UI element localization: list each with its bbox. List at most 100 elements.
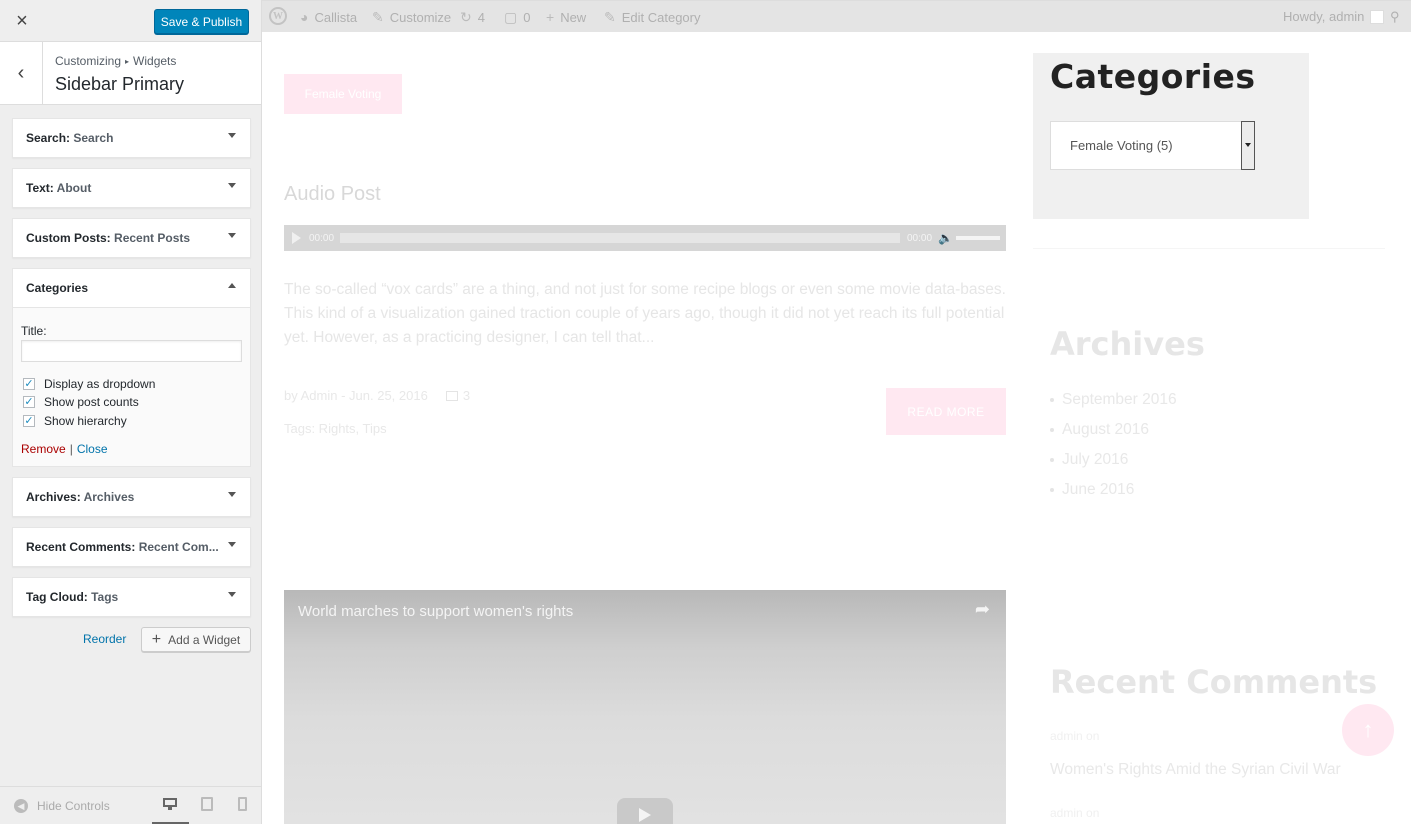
post-byline: by Admin - Jun. 25, 2016	[284, 388, 428, 403]
widget-title: Categories	[26, 281, 89, 295]
volume-slider[interactable]	[956, 236, 1000, 240]
option-show-hierarchy[interactable]: ✓ Show hierarchy	[23, 413, 127, 429]
widget-name: Recent Posts	[114, 231, 191, 245]
recent-comments-heading: Recent Comments	[1050, 663, 1378, 701]
post-meta: by Admin - Jun. 25, 2016 3	[284, 388, 470, 403]
widget-archives[interactable]: Archives: Archives	[12, 477, 251, 517]
archive-item[interactable]: June 2016	[1050, 481, 1134, 499]
close-link[interactable]: Close	[77, 442, 108, 456]
tablet-preview-icon[interactable]	[201, 797, 215, 811]
widget-title: Tag Cloud: Tags	[26, 590, 118, 604]
adminbar-account[interactable]: Howdy, admin	[1283, 9, 1385, 24]
categories-dropdown[interactable]: Female Voting (5)	[1050, 121, 1255, 170]
checkbox-checked-icon[interactable]: ✓	[23, 415, 35, 427]
breadcrumb-separator-icon: ▸	[125, 57, 130, 66]
widget-title: Archives: Archives	[26, 490, 134, 504]
comment-count[interactable]: 3	[463, 388, 470, 403]
preview-categories-widget: Categories Female Voting (5)	[1033, 53, 1309, 219]
reorder-link[interactable]: Reorder	[83, 632, 126, 646]
title-label: Title:	[21, 324, 47, 338]
widget-title: Recent Comments: Recent Com...	[26, 540, 219, 554]
category-pill[interactable]: Female Voting	[284, 74, 402, 114]
expand-arrow-icon[interactable]	[228, 183, 236, 188]
customize-label: Customize	[389, 10, 452, 25]
widget-type: Text:	[26, 181, 54, 195]
read-more-button[interactable]: READ MORE	[886, 388, 1006, 435]
checkbox-checked-icon[interactable]: ✓	[23, 396, 35, 408]
dropdown-arrow-icon[interactable]	[1241, 121, 1255, 170]
comments-count: 0	[523, 10, 531, 25]
archive-item[interactable]: August 2016	[1050, 421, 1149, 439]
add-widget-label: Add a Widget	[168, 632, 241, 647]
links-separator: |	[69, 442, 73, 456]
archive-label: August 2016	[1062, 421, 1150, 438]
option-show-post-counts[interactable]: ✓ Show post counts	[23, 394, 139, 410]
expand-arrow-icon[interactable]	[228, 542, 236, 547]
option-label: Display as dropdown	[44, 377, 156, 391]
desktop-preview-icon[interactable]	[163, 797, 177, 811]
section-title-bar: ‹ Customizing ▸ Widgets Sidebar Primary	[0, 42, 261, 105]
expand-arrow-icon[interactable]	[228, 592, 236, 597]
adminbar-updates[interactable]: ↻ 4	[460, 9, 485, 26]
widget-type: Recent Comments:	[26, 540, 136, 554]
search-icon[interactable]: ⚲	[1390, 9, 1400, 25]
video-title[interactable]: World marches to support women's rights	[298, 603, 573, 620]
expand-arrow-icon[interactable]	[228, 492, 236, 497]
title-input[interactable]	[21, 340, 242, 362]
hide-controls-button[interactable]: ◀ Hide Controls	[14, 799, 110, 813]
widget-type: Tag Cloud:	[26, 590, 88, 604]
widget-type: Archives:	[26, 490, 81, 504]
adminbar-new[interactable]: + New	[546, 9, 586, 25]
breadcrumb-root: Customizing	[55, 54, 122, 68]
mobile-preview-icon[interactable]	[238, 797, 252, 811]
widget-categories-header[interactable]: Categories	[13, 269, 250, 308]
archive-label: July 2016	[1062, 451, 1129, 468]
widget-type: Search:	[26, 131, 71, 145]
archive-item[interactable]: September 2016	[1050, 391, 1177, 409]
adminbar-edit-category[interactable]: ✎ Edit Category	[604, 9, 701, 26]
wordpress-logo-icon[interactable]: W	[269, 7, 287, 25]
remove-link[interactable]: Remove	[21, 442, 66, 456]
dashboard-icon: ◕	[300, 9, 309, 25]
video-embed[interactable]: World marches to support women's rights …	[284, 590, 1006, 824]
widget-custom-posts[interactable]: Custom Posts: Recent Posts	[12, 218, 251, 258]
option-display-dropdown[interactable]: ✓ Display as dropdown	[23, 376, 155, 392]
archive-item[interactable]: July 2016	[1050, 451, 1128, 469]
widget-name: Search	[73, 131, 114, 145]
adminbar-comments[interactable]: ▢ 0	[504, 9, 530, 26]
checkbox-checked-icon[interactable]: ✓	[23, 378, 35, 390]
comment-post-link[interactable]: Women's Rights Amid the Syrian Civil War	[1050, 761, 1341, 779]
collapse-arrow-icon[interactable]	[228, 283, 236, 288]
site-name: Callista	[314, 9, 358, 25]
expand-arrow-icon[interactable]	[228, 233, 236, 238]
widget-search[interactable]: Search: Search	[12, 118, 251, 158]
save-publish-button[interactable]: Save & Publish	[154, 9, 249, 34]
back-arrow-icon[interactable]: ‹	[0, 42, 43, 104]
collapse-arrow-icon: ◀	[14, 799, 28, 813]
share-icon[interactable]: ➦	[975, 599, 990, 620]
audio-player: 00:00 00:00 🔈	[284, 225, 1006, 251]
archive-label: June 2016	[1062, 481, 1135, 498]
close-customizer-icon[interactable]: ×	[0, 0, 44, 42]
adminbar-site[interactable]: ◕ Callista	[300, 9, 357, 25]
play-icon[interactable]	[292, 232, 301, 244]
post-tags[interactable]: Tags: Rights, Tips	[284, 421, 387, 436]
site-preview: W ◕ Callista ✎ Customize ↻ 4 ▢ 0 + New ✎ Edit …	[262, 0, 1411, 824]
expand-arrow-icon[interactable]	[228, 133, 236, 138]
widget-text[interactable]: Text: About	[12, 168, 251, 208]
widget-tag-cloud[interactable]: Tag Cloud: Tags	[12, 577, 251, 617]
bullet-icon	[1050, 398, 1054, 402]
adminbar-customize[interactable]: ✎ Customize	[372, 9, 451, 26]
scroll-to-top-icon[interactable]: ↑	[1342, 704, 1394, 756]
add-widget-button[interactable]: + Add a Widget	[141, 627, 251, 652]
panel-header: × Save & Publish	[0, 0, 261, 42]
audio-progress-track[interactable]	[340, 233, 900, 243]
video-play-icon[interactable]	[617, 798, 673, 824]
widget-categories: Categories Title: ✓ Display as dropdown ✓…	[12, 268, 251, 467]
post-title[interactable]: Audio Post	[284, 183, 381, 206]
audio-duration: 00:00	[907, 233, 933, 244]
widget-recent-comments[interactable]: Recent Comments: Recent Com...	[12, 527, 251, 567]
volume-icon[interactable]: 🔈	[938, 231, 953, 245]
pencil-icon: ✎	[604, 9, 616, 25]
option-label: Show hierarchy	[44, 414, 127, 428]
